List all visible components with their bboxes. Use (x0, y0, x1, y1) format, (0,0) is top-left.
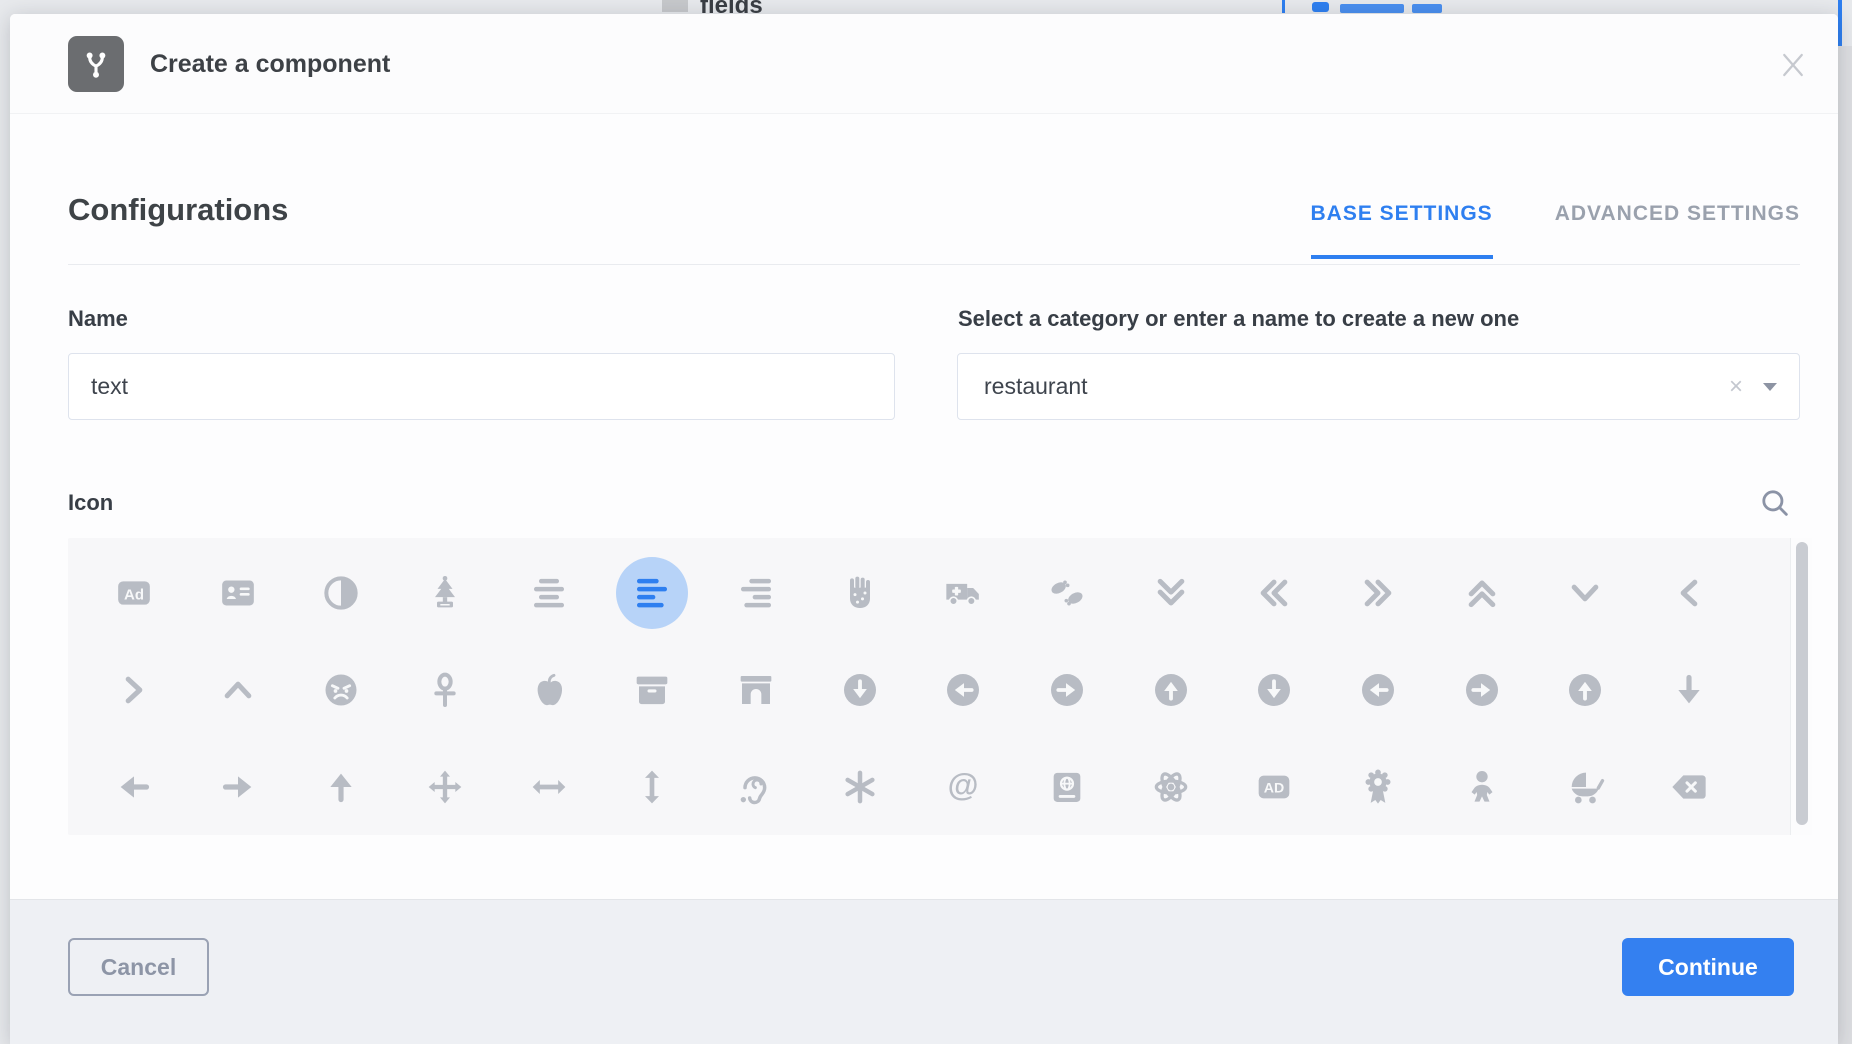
component-branch-icon (68, 36, 124, 92)
allergies-icon[interactable] (808, 544, 912, 641)
angle-down-icon[interactable] (1534, 544, 1638, 641)
name-label: Name (68, 306, 128, 332)
modal-title: Create a component (150, 14, 390, 114)
icon-picker-label: Icon (68, 490, 113, 516)
background-blue-edge-line (1838, 0, 1842, 46)
arrows-alt-icon[interactable] (393, 738, 497, 835)
ad-icon[interactable]: Ad (82, 544, 186, 641)
baby-icon[interactable] (1430, 738, 1534, 835)
backspace-icon[interactable] (1637, 738, 1741, 835)
apple-alt-icon[interactable] (497, 641, 601, 738)
arrow-alt-circle-left-icon[interactable] (912, 641, 1016, 738)
background-blue-text-fragment (1412, 4, 1442, 13)
continue-button[interactable]: Continue (1622, 938, 1794, 996)
award-icon[interactable] (1326, 738, 1430, 835)
arrow-circle-left-icon[interactable] (1326, 641, 1430, 738)
angle-right-icon[interactable] (82, 641, 186, 738)
category-label: Select a category or enter a name to cre… (958, 306, 1519, 332)
angle-double-down-icon[interactable] (1119, 544, 1223, 641)
arrow-alt-circle-down-icon[interactable] (808, 641, 912, 738)
svg-text:@: @ (948, 767, 979, 802)
angle-left-icon[interactable] (1637, 544, 1741, 641)
align-right-icon[interactable] (704, 544, 808, 641)
create-component-modal: Create a component Configurations BASE S… (10, 14, 1838, 1044)
atlas-icon[interactable] (1015, 738, 1119, 835)
icon-picker-grid: Ad @ AD (68, 538, 1812, 835)
tab-advanced-settings[interactable]: ADVANCED SETTINGS (1555, 202, 1800, 256)
american-sign-language-interpreting-icon[interactable] (1015, 544, 1119, 641)
angle-double-right-icon[interactable] (1326, 544, 1430, 641)
category-selected-value: restaurant (984, 373, 1719, 400)
angle-up-icon[interactable] (186, 641, 290, 738)
air-freshener-icon[interactable] (393, 544, 497, 641)
align-left-icon[interactable] (600, 544, 704, 641)
cancel-button[interactable]: Cancel (68, 938, 209, 996)
icon-grid-scrollbar (1790, 538, 1812, 835)
archive-icon[interactable] (600, 641, 704, 738)
icon-grid-scrollbar-thumb[interactable] (1796, 542, 1808, 825)
at-icon[interactable]: @ (912, 738, 1016, 835)
arrow-up-icon[interactable] (289, 738, 393, 835)
arrows-alt-v-icon[interactable] (600, 738, 704, 835)
archway-icon[interactable] (704, 641, 808, 738)
chevron-down-icon[interactable] (1763, 383, 1777, 391)
name-input[interactable] (68, 353, 895, 420)
modal-footer: Cancel Continue (10, 899, 1838, 1044)
title-divider (68, 264, 1800, 265)
atom-icon[interactable] (1119, 738, 1223, 835)
arrow-left-icon[interactable] (82, 738, 186, 835)
ambulance-icon[interactable] (912, 544, 1016, 641)
angry-icon[interactable] (289, 641, 393, 738)
arrow-alt-circle-up-icon[interactable] (1119, 641, 1223, 738)
background-right-band (1838, 46, 1852, 1044)
adjust-icon[interactable] (289, 544, 393, 641)
background-scrollbar-fragment (662, 0, 688, 12)
background-blue-text-fragment (1340, 4, 1404, 13)
tab-base-settings[interactable]: BASE SETTINGS (1311, 202, 1493, 256)
arrows-alt-h-icon[interactable] (497, 738, 601, 835)
background-blue-icon (1312, 2, 1329, 12)
arrow-circle-up-icon[interactable] (1534, 641, 1638, 738)
clear-selection-icon[interactable]: × (1719, 375, 1753, 399)
angle-double-left-icon[interactable] (1223, 544, 1327, 641)
arrow-circle-down-icon[interactable] (1223, 641, 1327, 738)
angle-double-up-icon[interactable] (1430, 544, 1534, 641)
modal-header: Create a component (10, 14, 1838, 114)
baby-carriage-icon[interactable] (1534, 738, 1638, 835)
svg-text:Ad: Ad (124, 586, 144, 603)
arrow-right-icon[interactable] (186, 738, 290, 835)
assistive-listening-systems-icon[interactable] (704, 738, 808, 835)
ankh-icon[interactable] (393, 641, 497, 738)
page-title: Configurations (68, 192, 288, 228)
category-select[interactable]: restaurant × (957, 353, 1800, 420)
background-partial-text: fields (700, 0, 763, 14)
selected-icon-highlight (616, 557, 688, 629)
audio-description-icon[interactable]: AD (1223, 738, 1327, 835)
settings-tabs: BASE SETTINGS ADVANCED SETTINGS (1311, 202, 1801, 256)
search-icon[interactable] (1758, 486, 1792, 520)
asterisk-icon[interactable] (808, 738, 912, 835)
arrow-alt-circle-right-icon[interactable] (1015, 641, 1119, 738)
align-center-icon[interactable] (497, 544, 601, 641)
arrow-down-icon[interactable] (1637, 641, 1741, 738)
address-card-icon[interactable] (186, 544, 290, 641)
background-blue-divider (1282, 0, 1285, 13)
close-icon[interactable] (1778, 50, 1808, 80)
arrow-circle-right-icon[interactable] (1430, 641, 1534, 738)
svg-text:AD: AD (1264, 780, 1284, 796)
